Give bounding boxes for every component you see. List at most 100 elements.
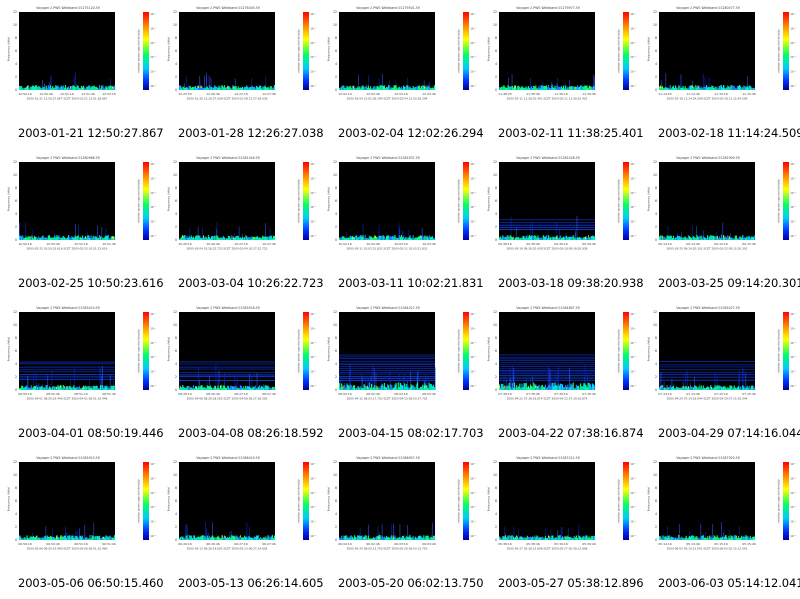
y-tick-label: 6 bbox=[655, 349, 657, 353]
y-tick-label: 8 bbox=[655, 36, 657, 40]
spectrogram-thumbnail[interactable]: Voyager 2 PWS Wideband 01283918.59 Freque… bbox=[160, 300, 324, 449]
x-tick-label: 12:03:16 bbox=[394, 92, 408, 96]
spectrogram-thumbnail[interactable]: Voyager 2 PWS Wideband 01280477.59 Freque… bbox=[640, 0, 800, 149]
y-tick-label: 12 bbox=[173, 160, 177, 164]
spectrogram-thumbnail[interactable]: Voyager 2 PWS Wideband 01287920.59 Freque… bbox=[640, 450, 800, 599]
x-tick-label: 06:51:46 bbox=[102, 542, 116, 546]
y-tick-label: 12 bbox=[653, 460, 657, 464]
spectrogram-thumbnail[interactable]: Voyager 2 PWS Wideband 01281937.59 Freque… bbox=[320, 150, 484, 299]
y-axis-label: Frequency (kHz) bbox=[647, 337, 651, 361]
colorbar-tick-label: 10⁻¹ bbox=[790, 162, 796, 166]
colorbar-tick-label: 10⁻⁴ bbox=[470, 205, 476, 209]
x-tick-label: 09:39:46 bbox=[582, 242, 596, 246]
spectrogram-image: Voyager 2 PWS Wideband 01276400.59 Freque… bbox=[166, 4, 316, 112]
colorbar-tick-label: 10⁻⁶ bbox=[630, 384, 636, 388]
colorbar-tick-label: 10⁻⁶ bbox=[470, 384, 476, 388]
spectrogram-image: Voyager 2 PWS Wideband 01275120.59 Freque… bbox=[6, 4, 156, 112]
spectrogram-thumbnail[interactable]: Voyager 2 PWS Wideband 01284427.59 Freque… bbox=[320, 300, 484, 449]
spectrogram-thumbnail[interactable]: Voyager 2 PWS Wideband 01282428.59 Freque… bbox=[480, 150, 644, 299]
y-tick-label: 6 bbox=[655, 499, 657, 503]
spectrogram-image: Voyager 2 PWS Wideband 01286419.59 Freque… bbox=[166, 454, 316, 562]
y-tick-label: 8 bbox=[15, 36, 17, 40]
spectrogram-thumbnail[interactable]: Voyager 2 PWS Wideband 01285910.59 Freque… bbox=[0, 450, 164, 599]
x-tick-label: 08:50:46 bbox=[46, 392, 60, 396]
y-tick-label: 4 bbox=[495, 512, 497, 516]
plot-title: Voyager 2 PWS Wideband 01281449.59 bbox=[196, 156, 259, 160]
y-axis-label: Frequency (kHz) bbox=[487, 37, 491, 61]
colorbar-tick-label: 10⁻² bbox=[470, 176, 476, 180]
x-tick-label: 09:15:46 bbox=[742, 242, 756, 246]
colorbar-label: relative power spectral density bbox=[297, 329, 301, 373]
y-tick-label: 4 bbox=[15, 212, 17, 216]
spectrogram-thumbnail[interactable]: Voyager 2 PWS Wideband 01286419.59 Freque… bbox=[160, 450, 324, 599]
spectrogram-image: Voyager 2 PWS Wideband 01283419.59 Freque… bbox=[6, 304, 156, 412]
y-tick-label: 0 bbox=[495, 388, 497, 392]
y-tick-label: 2 bbox=[175, 525, 177, 529]
x-tick-label: 05:14:16 bbox=[658, 542, 672, 546]
x-axis-subtitle: 2003-02-04 12:02:26.294 SCET 2003-02-04 … bbox=[347, 97, 428, 101]
colorbar-label: relative power spectral density bbox=[457, 29, 461, 73]
colorbar-tick-label: 10⁻⁴ bbox=[630, 205, 636, 209]
spectrogram-plot: Voyager 2 PWS Wideband 01276400.59 Freque… bbox=[167, 6, 316, 101]
spectrogram-thumbnail[interactable]: Voyager 2 PWS Wideband 01284897.59 Freque… bbox=[480, 300, 644, 449]
x-tick-label: 12:50:16 bbox=[18, 92, 32, 96]
colorbar-tick-label: 10⁻² bbox=[310, 476, 316, 480]
x-tick-label: 09:14:16 bbox=[658, 242, 672, 246]
spectrogram-thumbnail[interactable]: Voyager 2 PWS Wideband 01279501.59 Freque… bbox=[320, 0, 484, 149]
spectrogram-thumbnail[interactable]: Voyager 2 PWS Wideband 01287412.59 Freque… bbox=[480, 450, 644, 599]
colorbar-tick-label: 10⁻¹ bbox=[470, 162, 476, 166]
colorbar-tick-label: 10⁻⁴ bbox=[790, 55, 796, 59]
y-tick-label: 6 bbox=[495, 349, 497, 353]
thumbnail-caption: 2003-03-11 10:02:21.831 bbox=[338, 276, 484, 290]
spectrogram-thumbnail[interactable]: Voyager 2 PWS Wideband 01283419.59 Freque… bbox=[0, 300, 164, 449]
spectrogram-thumbnail[interactable]: Voyager 2 PWS Wideband 01285427.59 Freque… bbox=[640, 300, 800, 449]
plot-area bbox=[179, 312, 275, 390]
colorbar-tick-label: 10⁻⁵ bbox=[790, 220, 796, 224]
y-tick-label: 0 bbox=[15, 238, 17, 242]
spectrogram-thumbnail[interactable]: Voyager 2 PWS Wideband 01281449.59 Freque… bbox=[160, 150, 324, 299]
spectrogram-thumbnail[interactable]: Voyager 2 PWS Wideband 01282909.59 Freque… bbox=[640, 150, 800, 299]
spectrogram-thumbnail[interactable]: Voyager 2 PWS Wideband 01279977.59 Freque… bbox=[480, 0, 644, 149]
colorbar bbox=[303, 162, 309, 240]
spectrogram-thumbnail[interactable]: Voyager 2 PWS Wideband 01275120.59 Freque… bbox=[0, 0, 164, 149]
colorbar-tick-label: 10⁻² bbox=[630, 176, 636, 180]
colorbar-tick-label: 10⁻⁶ bbox=[470, 534, 476, 538]
colorbar-tick-label: 10⁻⁶ bbox=[150, 534, 156, 538]
x-tick-label: 10:50:16 bbox=[18, 242, 32, 246]
colorbar-tick-label: 10⁻³ bbox=[790, 491, 796, 495]
plot-area bbox=[659, 12, 755, 90]
x-tick-label: 05:38:16 bbox=[498, 542, 512, 546]
thumbnail-caption: 2003-04-22 07:38:16.874 bbox=[498, 426, 644, 440]
y-tick-label: 6 bbox=[15, 349, 17, 353]
y-tick-label: 2 bbox=[175, 75, 177, 79]
y-tick-label: 2 bbox=[15, 525, 17, 529]
spectrogram-thumbnail[interactable]: Voyager 2 PWS Wideband 01280968.59 Freque… bbox=[0, 150, 164, 299]
y-tick-label: 10 bbox=[173, 323, 177, 327]
colorbar-tick-label: 10⁻⁵ bbox=[150, 370, 156, 374]
x-tick-label: 11:38:46 bbox=[526, 92, 540, 96]
colorbar-tick-label: 10⁻³ bbox=[310, 341, 316, 345]
y-tick-label: 12 bbox=[173, 310, 177, 314]
spectrogram-thumbnail[interactable]: Voyager 2 PWS Wideband 01276400.59 Freque… bbox=[160, 0, 324, 149]
x-tick-label: 07:38:46 bbox=[526, 392, 540, 396]
colorbar-tick-label: 10⁻⁶ bbox=[790, 234, 796, 238]
y-tick-label: 12 bbox=[13, 10, 17, 14]
colorbar-tick-label: 10⁻¹ bbox=[470, 12, 476, 16]
y-tick-label: 2 bbox=[175, 225, 177, 229]
colorbar-tick-label: 10⁻¹ bbox=[310, 312, 316, 316]
plot-area bbox=[499, 462, 595, 540]
colorbar-tick-label: 10⁻² bbox=[150, 26, 156, 30]
spectrogram-image: Voyager 2 PWS Wideband 01282909.59 Freque… bbox=[646, 154, 796, 262]
x-tick-label: 06:03:46 bbox=[422, 542, 436, 546]
y-tick-label: 8 bbox=[15, 486, 17, 490]
y-tick-label: 0 bbox=[15, 388, 17, 392]
colorbar-label: relative power spectral density bbox=[457, 329, 461, 373]
spectrogram-image: Voyager 2 PWS Wideband 01282428.59 Freque… bbox=[486, 154, 636, 262]
x-tick-label: 06:03:16 bbox=[394, 542, 408, 546]
colorbar-tick-label: 10⁻³ bbox=[470, 191, 476, 195]
x-tick-label: 06:26:16 bbox=[178, 542, 192, 546]
spectrogram-thumbnail[interactable]: Voyager 2 PWS Wideband 01286907.59 Freque… bbox=[320, 450, 484, 599]
y-tick-label: 2 bbox=[655, 375, 657, 379]
x-tick-label: 07:14:46 bbox=[686, 392, 700, 396]
y-tick-label: 8 bbox=[495, 36, 497, 40]
